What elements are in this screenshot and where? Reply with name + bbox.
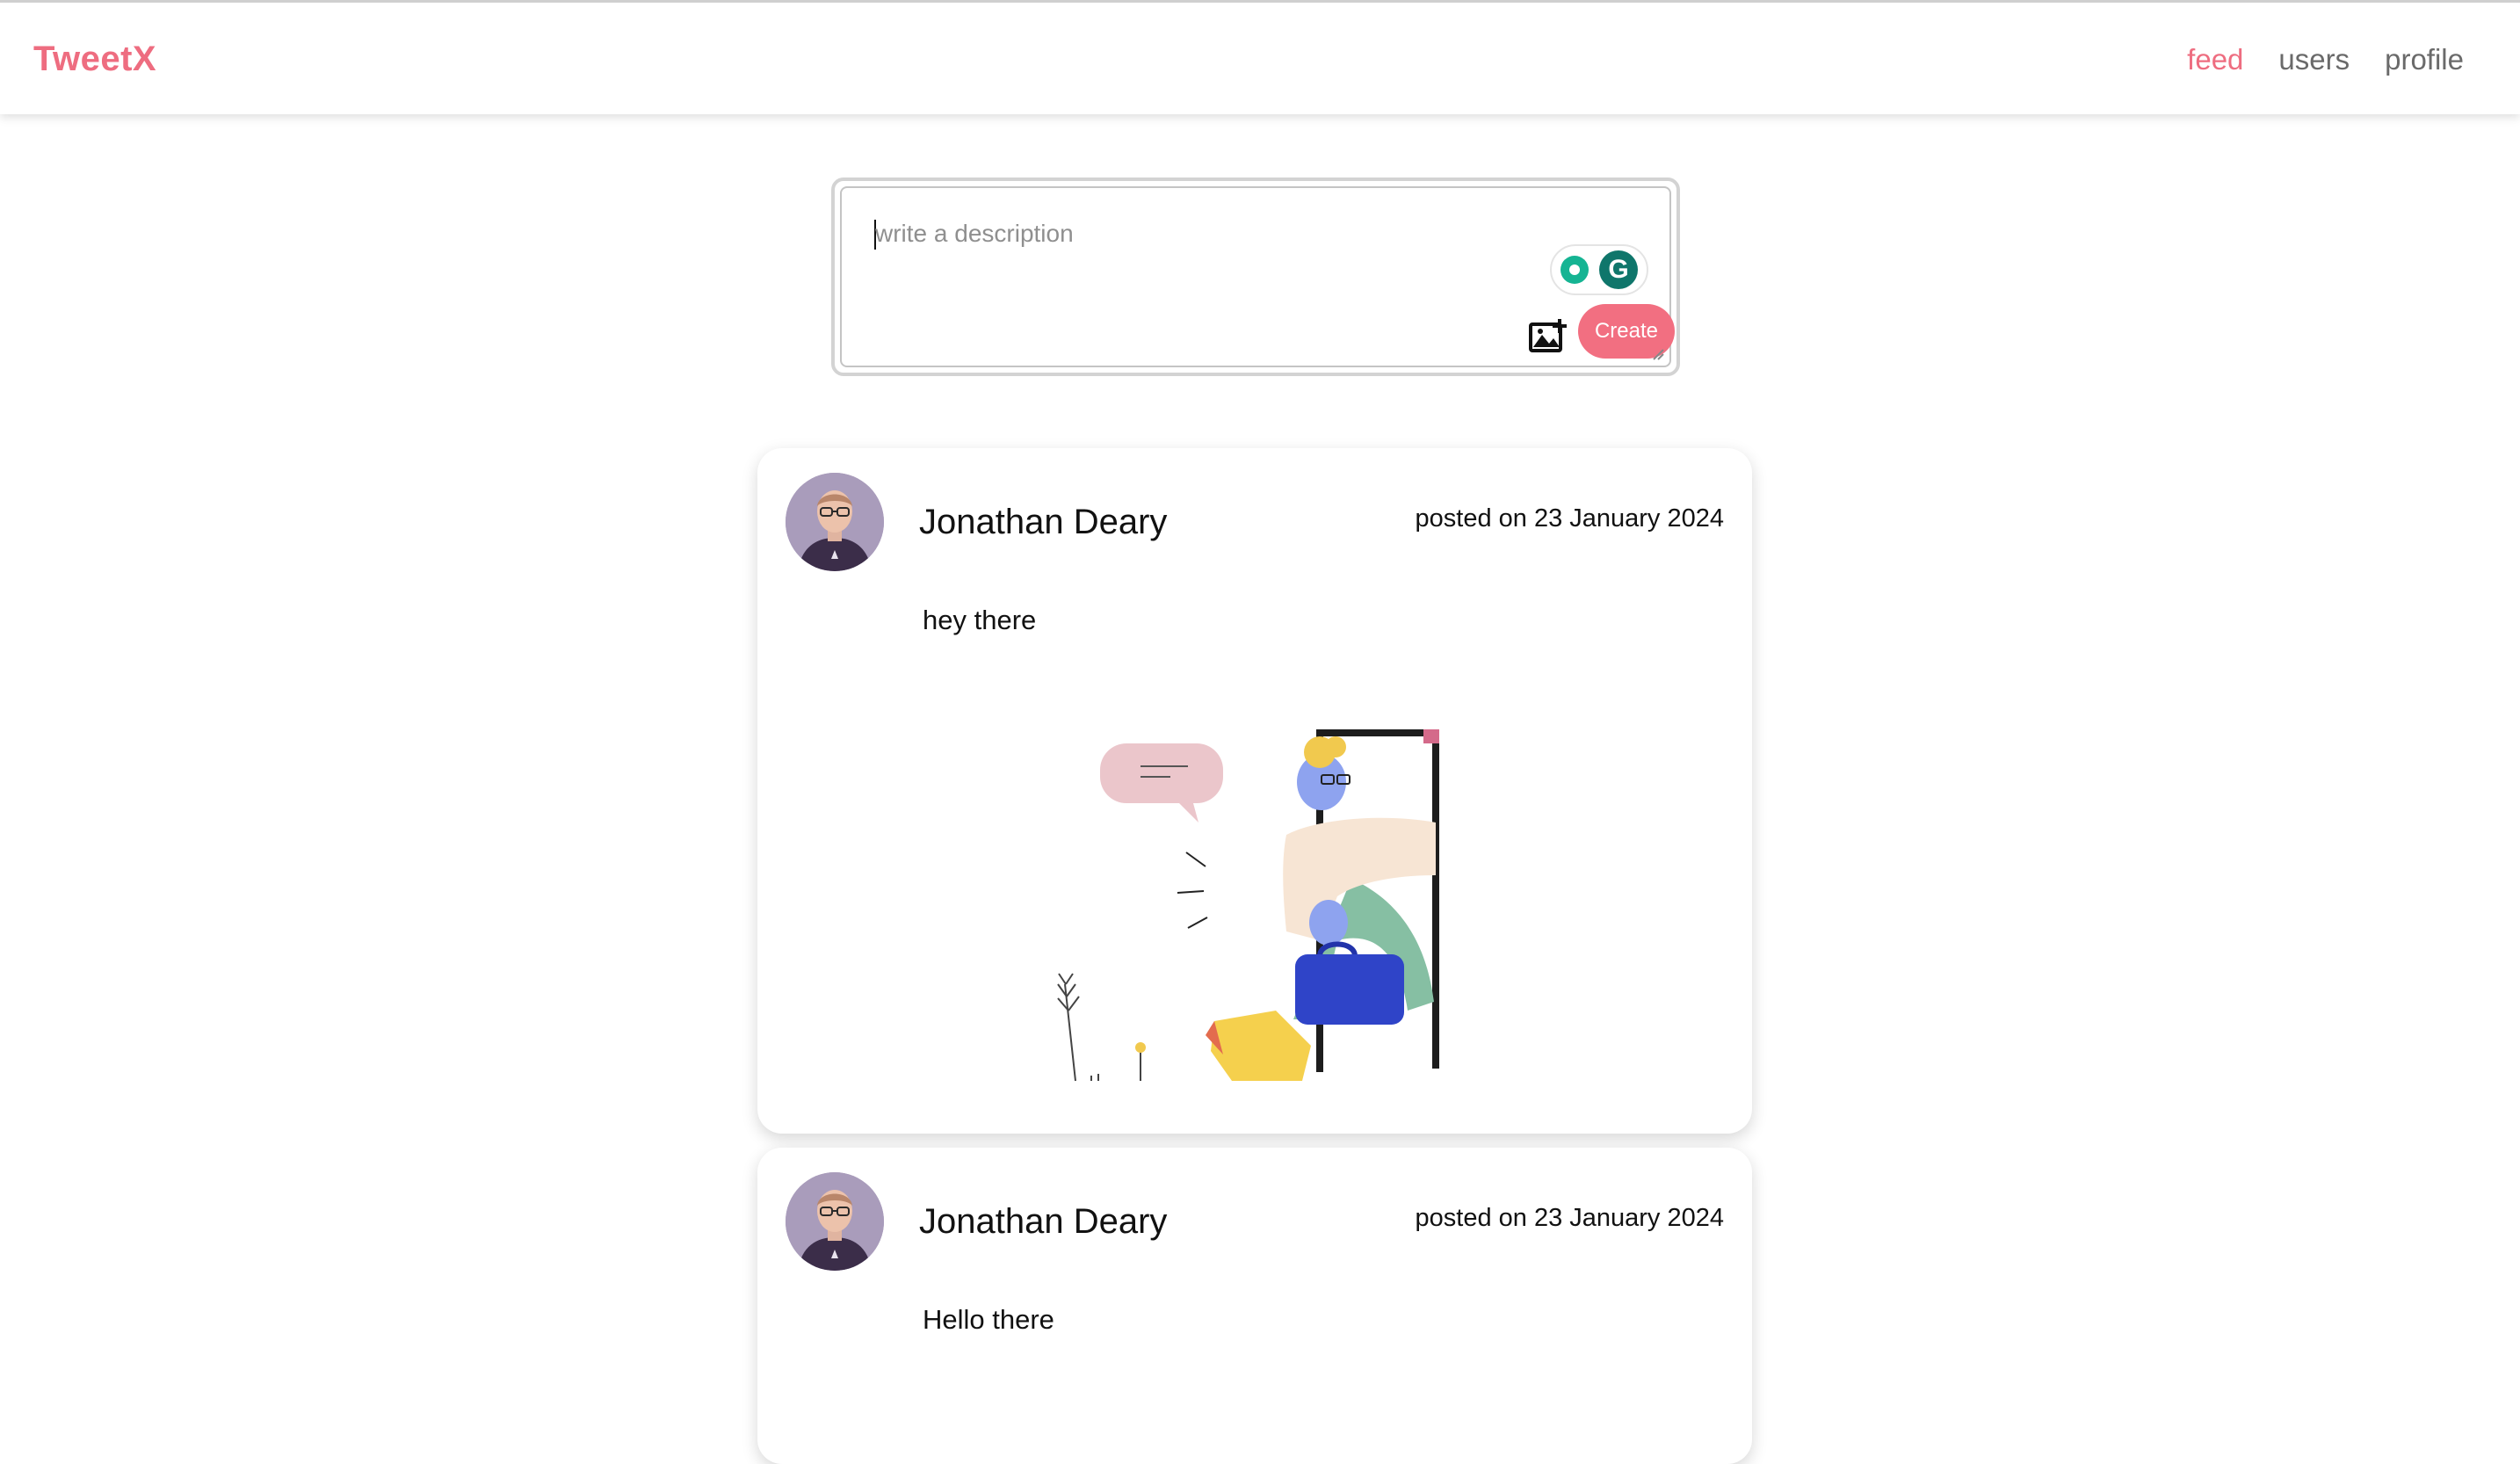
grammarly-widget[interactable]: G (1550, 244, 1648, 295)
resize-handle[interactable] (1650, 346, 1664, 360)
post-author[interactable]: Jonathan Deary (919, 1202, 1167, 1242)
post-date: posted on 23 January 2024 (1415, 1204, 1725, 1232)
grammarly-g-icon[interactable]: G (1599, 250, 1638, 289)
top-navbar: TweetX feed users profile (0, 0, 2520, 114)
person-leaving-door-illustration (1057, 729, 1439, 1082)
post-card: Jonathan Deary posted on 23 January 2024… (757, 448, 1752, 1134)
post-card: Jonathan Deary posted on 23 January 2024… (757, 1148, 1752, 1464)
add-image-button[interactable] (1513, 301, 1585, 373)
post-date: posted on 23 January 2024 (1415, 504, 1725, 533)
avatar[interactable] (786, 473, 884, 571)
brand-logo[interactable]: TweetX (33, 40, 156, 79)
post-text: Hello there (923, 1304, 1054, 1335)
main-nav: feed users profile (2187, 43, 2464, 76)
post-text: hey there (923, 605, 1037, 635)
nav-item-feed[interactable]: feed (2187, 43, 2243, 76)
description-textarea[interactable]: write a description G Create (840, 186, 1675, 367)
avatar[interactable] (786, 1172, 884, 1271)
post-author[interactable]: Jonathan Deary (919, 503, 1167, 542)
post-composer: write a description G Create (831, 178, 1680, 376)
add-image-icon (1529, 319, 1567, 352)
nav-item-users[interactable]: users (2278, 43, 2350, 76)
lightbulb-icon[interactable] (1561, 256, 1589, 284)
nav-item-profile[interactable]: profile (2385, 43, 2464, 76)
description-placeholder: write a description (875, 220, 1074, 247)
